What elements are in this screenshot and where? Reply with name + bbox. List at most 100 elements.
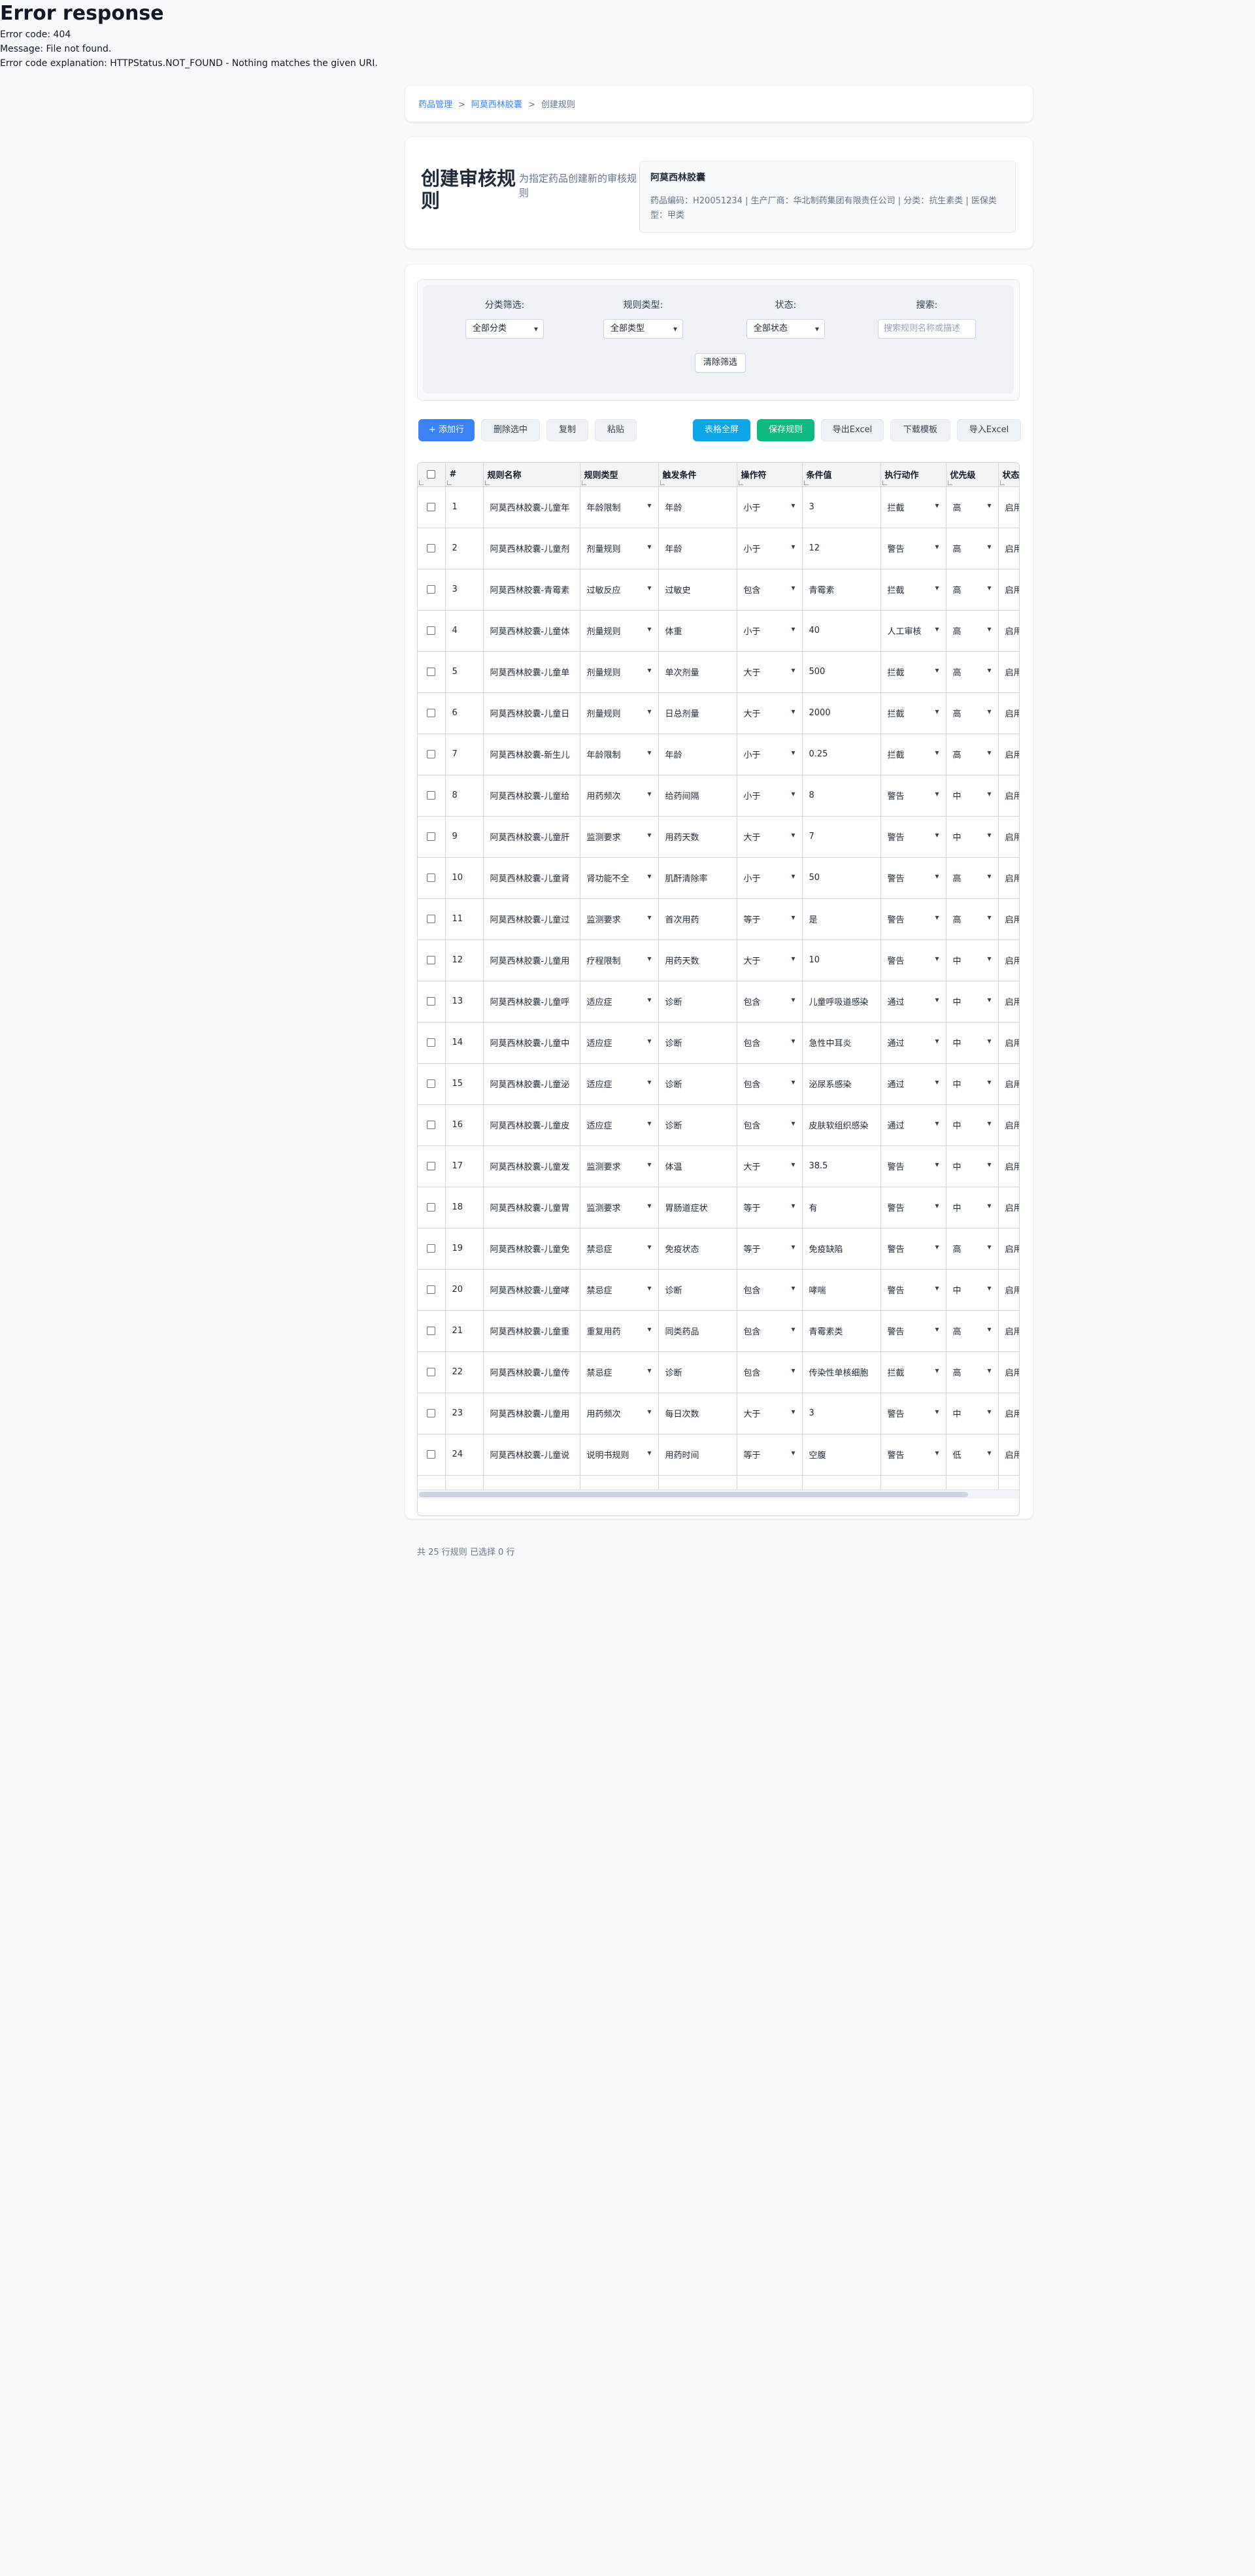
priority-cell[interactable]: 高 xyxy=(946,734,999,775)
trigger-cell[interactable]: 用药天数 xyxy=(658,816,737,858)
row-select-cell[interactable] xyxy=(418,1393,446,1434)
priority-cell[interactable]: 中 xyxy=(946,816,999,858)
status-select[interactable]: 启用 xyxy=(1005,542,1020,554)
table-row[interactable]: 14阿莫西林胶囊-儿童中适应症诊断包含急性中耳炎通过 中启用 xyxy=(418,1022,1019,1064)
action-select[interactable]: 警告 xyxy=(888,1448,939,1461)
value-cell[interactable]: 50 xyxy=(802,857,881,899)
operator-select[interactable]: 包含 xyxy=(744,583,795,596)
row-checkbox[interactable] xyxy=(427,1121,436,1129)
action-select[interactable]: 警告 xyxy=(888,1407,939,1419)
rule-name-cell[interactable]: 阿莫西林胶囊-儿童日 xyxy=(483,692,580,734)
rule-type-cell[interactable]: 适应症 xyxy=(580,1104,659,1146)
trigger-cell[interactable]: 每日次数 xyxy=(658,1393,737,1434)
status-cell[interactable]: 启用 xyxy=(998,734,1019,775)
operator-cell[interactable]: 大于 xyxy=(737,1145,803,1187)
save-rules-button[interactable]: 保存规则 xyxy=(757,419,814,441)
trigger-cell[interactable]: 胃肠道症状 xyxy=(658,1187,737,1229)
trigger-cell[interactable]: 诊断 xyxy=(658,1022,737,1064)
column-header-priority[interactable]: 优先级 xyxy=(946,463,999,487)
table-row[interactable]: 6阿莫西林胶囊-儿童日剂量规则日总剂量大于 2000 拦截 高 启用 xyxy=(418,692,1019,734)
rule-name-cell[interactable]: 阿莫西林胶囊-儿童说 xyxy=(483,1434,580,1476)
action-select[interactable]: 警告 xyxy=(888,830,939,843)
rule-type-cell[interactable]: 监测要求 xyxy=(580,898,659,940)
status-select[interactable]: 启用 xyxy=(1005,1448,1020,1461)
row-checkbox[interactable] xyxy=(427,1079,436,1088)
action-cell[interactable]: 警告 xyxy=(880,940,946,981)
rule-name-cell[interactable]: 阿莫西林胶囊-新生儿 xyxy=(483,734,580,775)
value-cell[interactable]: 是 xyxy=(802,898,881,940)
column-header-index[interactable]: # xyxy=(445,463,484,487)
rule-name-cell[interactable]: 阿莫西林胶囊-儿童发 xyxy=(483,1145,580,1187)
operator-cell[interactable]: 小于 xyxy=(737,486,803,528)
rule-type-select[interactable]: 监测要求 xyxy=(587,913,652,925)
operator-cell[interactable]: 等于 xyxy=(737,1228,803,1270)
status-select[interactable]: 全部状态 xyxy=(746,319,825,339)
column-header-action[interactable]: 执行动作 xyxy=(880,463,946,487)
priority-select[interactable]: 中 xyxy=(953,789,992,802)
rule-type-cell[interactable]: 说明书规则 xyxy=(580,1434,659,1476)
operator-select[interactable]: 大于 xyxy=(744,1160,795,1172)
priority-cell[interactable]: 中 xyxy=(946,1063,999,1105)
rule-name-cell[interactable]: 阿莫西林胶囊-儿童中 xyxy=(483,1022,580,1064)
row-checkbox[interactable] xyxy=(427,668,436,676)
rule-type-select[interactable]: 监测要求 xyxy=(587,1201,652,1213)
operator-select[interactable]: 大于 xyxy=(744,707,795,719)
rule-name-cell[interactable]: 阿莫西林胶囊-儿童单 xyxy=(483,651,580,693)
operator-select[interactable]: 等于 xyxy=(744,1201,795,1213)
value-cell[interactable]: 10 xyxy=(802,940,881,981)
trigger-cell[interactable]: 体重 xyxy=(658,610,737,652)
rule-type-select[interactable]: 监测要求 xyxy=(587,1160,652,1172)
breadcrumb-drug-management[interactable]: 药品管理 xyxy=(418,100,452,110)
status-select[interactable]: 启用 xyxy=(1005,872,1020,884)
operator-select[interactable]: 等于 xyxy=(744,1242,795,1255)
rule-type-select[interactable]: 剂量规则 xyxy=(587,666,652,678)
rule-name-cell[interactable]: 阿莫西林胶囊-儿童泌 xyxy=(483,1063,580,1105)
table-row[interactable]: 8阿莫西林胶囊-儿童给用药频次给药间隔小于8警告中启用 xyxy=(418,775,1020,817)
action-cell[interactable]: 拦截 xyxy=(880,692,946,734)
value-cell[interactable]: 500 xyxy=(802,651,881,693)
row-checkbox[interactable] xyxy=(427,1203,436,1212)
operator-select[interactable]: 小于 xyxy=(744,501,795,513)
trigger-cell[interactable]: 用药天数 xyxy=(658,940,737,981)
row-checkbox[interactable] xyxy=(427,1285,436,1294)
status-cell[interactable]: 启用 xyxy=(998,1434,1020,1476)
action-cell[interactable]: 人工审核 xyxy=(880,610,946,652)
operator-cell[interactable]: 大于 xyxy=(737,651,803,693)
trigger-cell[interactable]: 诊断 xyxy=(658,1104,737,1146)
row-checkbox[interactable] xyxy=(427,956,436,964)
row-checkbox[interactable] xyxy=(427,585,436,594)
row-select-cell[interactable] xyxy=(418,1310,446,1352)
row-checkbox[interactable] xyxy=(427,1038,436,1047)
operator-select[interactable]: 小于 xyxy=(744,748,795,760)
column-header-status[interactable]: 状态 xyxy=(998,463,1019,487)
action-select[interactable]: 警告 xyxy=(888,542,939,554)
value-cell[interactable]: 38.5 xyxy=(802,1145,881,1187)
status-select[interactable]: 启用 xyxy=(1005,789,1020,802)
rule-name-cell[interactable]: 阿莫西林胶囊-儿童剂 xyxy=(483,528,580,569)
table-row[interactable]: 3阿莫西林胶囊-青霉素过敏反应过敏史包含青霉素拦截 高启用 xyxy=(418,569,1019,611)
table-row[interactable]: 15阿莫西林胶囊-儿童泌适应症诊断包含泌尿系感染通过 中启用 xyxy=(418,1063,1020,1105)
value-cell[interactable]: 哮喘 xyxy=(802,1269,881,1311)
horizontal-scrollbar[interactable] xyxy=(418,1489,1019,1499)
priority-select[interactable]: 中 xyxy=(953,954,992,966)
status-cell[interactable]: 启用 xyxy=(998,610,1019,652)
action-cell[interactable]: 警告 xyxy=(880,1269,946,1311)
action-cell[interactable]: 警告 xyxy=(880,528,946,569)
table-row[interactable]: 2阿莫西林胶囊-儿童剂剂量规则年龄小于 12 警告 高 启用 xyxy=(418,528,1019,569)
status-cell[interactable]: 启用 xyxy=(998,1063,1020,1105)
rule-type-select[interactable]: 疗程限制 xyxy=(587,954,652,966)
priority-select[interactable]: 高 xyxy=(953,583,992,596)
status-select[interactable]: 启用 xyxy=(1005,1077,1020,1090)
operator-cell[interactable]: 小于 xyxy=(737,734,803,775)
status-select[interactable]: 启用 xyxy=(1005,501,1020,513)
priority-select[interactable]: 中 xyxy=(953,1283,992,1296)
row-select-cell[interactable] xyxy=(418,528,446,569)
rule-type-cell[interactable]: 重复用药 xyxy=(580,1310,659,1352)
row-select-cell[interactable] xyxy=(418,981,446,1023)
status-cell[interactable]: 启用 xyxy=(998,1145,1019,1187)
status-cell[interactable]: 启用 xyxy=(998,1351,1019,1393)
export-excel-button[interactable]: 导出Excel xyxy=(821,419,884,441)
priority-cell[interactable]: 中 xyxy=(946,1022,999,1064)
trigger-cell[interactable]: 诊断 xyxy=(658,1063,737,1105)
status-cell[interactable]: 启用 xyxy=(998,1475,1019,1489)
